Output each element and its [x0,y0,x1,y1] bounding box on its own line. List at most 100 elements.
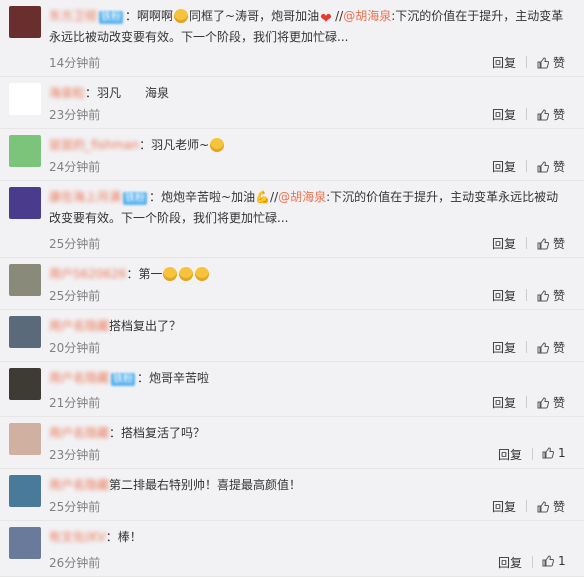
comment-item: 康在海上月满 铁粉 ：炮炮辛苦啦~加油💪//@胡海泉:下沉的价值在于提升，主动变革永… [0,181,584,258]
reply-button[interactable]: 回复 [492,339,516,356]
commenter-name[interactable]: 用户5620626 [49,267,126,281]
reply-button[interactable]: 回复 [492,287,516,304]
reply-button[interactable]: 回复 [492,158,516,175]
like-label: 赞 [553,396,566,410]
commenter-name[interactable]: 鼠鼠的_fishman [49,138,139,152]
comment-text: 康在海上月满 铁粉 ：炮炮辛苦啦~加油💪//@胡海泉:下沉的价值在于提升，主动变革永… [49,187,566,229]
avatar[interactable] [9,527,41,559]
thumbs-up-icon [537,57,549,69]
action-divider [526,289,527,301]
comment-item: 用户名隐藏搭档复出了？ 20分钟前 回复 赞 [0,310,584,362]
comment-text: 用户名隐藏 铁粉 ：炮哥辛苦啦 [49,368,566,389]
comment-text-segment: ：羽凡 海泉 [85,86,170,100]
avatar[interactable] [9,316,41,348]
reply-button[interactable]: 回复 [498,446,522,463]
commenter-name[interactable]: 用户名隐藏 [49,478,109,492]
reply-button[interactable]: 回复 [492,106,516,123]
comment-text: 有文化(KV：棒！ [49,527,566,548]
like-label: 赞 [553,341,566,355]
smile-emoji-icon [195,267,210,281]
avatar[interactable] [9,475,41,507]
like-label: 赞 [553,500,566,514]
reply-button[interactable]: 回复 [492,498,516,515]
thumbs-up-icon [537,109,549,121]
like-button[interactable]: 赞 [537,339,565,356]
timestamp: 20分钟前 [49,341,101,355]
fan-badge: 铁粉 [123,192,148,205]
comment-text-segment: 💪 [255,190,271,204]
comment-item: 用户名隐藏第二排最右特别帅！喜提最高颜值！ 25分钟前 回复 赞 [0,469,584,521]
smile-emoji-icon [210,138,225,152]
comment-text-segment: // [270,190,279,204]
comment-text-segment: 同框了~涛哥，炮哥加油 [189,9,320,23]
comment-text-segment: ：炮哥辛苦啦 [137,371,210,385]
commenter-name[interactable]: 用户名隐藏 [49,426,109,440]
like-button[interactable]: 1 [542,446,566,460]
thumbs-up-icon [537,161,549,173]
avatar[interactable] [9,6,41,38]
mention-link[interactable]: @胡海泉 [278,190,326,204]
action-divider [526,500,527,512]
like-button[interactable]: 赞 [537,235,565,252]
reply-button[interactable]: 回复 [492,394,516,411]
commenter-name[interactable]: 海泉粒 [49,86,85,100]
thumbs-up-icon [537,397,549,409]
commenter-name[interactable]: 东方卫视 [49,9,97,23]
timestamp: 21分钟前 [49,396,101,410]
like-label: 1 [558,446,566,460]
timestamp: 23分钟前 [49,448,101,462]
comment-text: 鼠鼠的_fishman：羽凡老师~ [49,135,566,156]
avatar[interactable] [9,83,41,115]
avatar[interactable] [9,264,41,296]
comment-item: 东方卫视 铁粉 ：啊啊啊 同框了~涛哥，炮哥加油❤//@胡海泉:下沉的价值在于提升，主… [0,0,584,77]
thumbs-up-icon [542,447,554,459]
like-label: 赞 [553,108,566,122]
smile-emoji-icon [163,267,178,281]
timestamp: 26分钟前 [49,556,101,570]
reply-button[interactable]: 回复 [492,235,516,252]
comment-text-segment: ：棒！ [105,530,142,544]
mention-link[interactable]: @胡海泉 [343,9,391,23]
comment-text-segment: // [335,9,344,23]
comment-text-segment: ：啊啊啊 [125,9,174,23]
reply-button[interactable]: 回复 [492,54,516,71]
smile-emoji-icon [174,9,189,23]
avatar[interactable] [9,187,41,219]
action-divider [526,108,527,120]
comment-text-segment: ：搭档复活了吗？ [109,426,206,440]
like-button[interactable]: 赞 [537,106,565,123]
like-button[interactable]: 1 [542,554,566,568]
commenter-name[interactable]: 有文化(KV [49,530,106,544]
avatar[interactable] [9,135,41,167]
comment-text: 海泉粒：羽凡 海泉 [49,83,566,104]
avatar[interactable] [9,423,41,455]
timestamp: 25分钟前 [49,237,101,251]
fan-badge: 铁粉 [111,373,136,386]
heart-emoji-icon: ❤ [320,11,332,27]
action-divider [526,160,527,172]
like-button[interactable]: 赞 [537,287,565,304]
action-divider [526,396,527,408]
like-label: 赞 [553,237,566,251]
commenter-name[interactable]: 用户名隐藏 [49,319,109,333]
comment-text-segment: 第二排最右特别帅！喜提最高颜值！ [109,478,302,492]
like-button[interactable]: 赞 [537,498,565,515]
comment-text-segment: ：第一 [126,267,163,281]
reply-button[interactable]: 回复 [498,554,522,571]
like-button[interactable]: 赞 [537,158,565,175]
avatar[interactable] [9,368,41,400]
comment-text-segment: ：羽凡老师~ [139,138,210,152]
like-label: 赞 [553,289,566,303]
comment-text-segment: ：炮炮辛苦啦~加油 [149,190,256,204]
comment-item: 用户名隐藏 铁粉 ：炮哥辛苦啦 21分钟前 回复 赞 [0,362,584,417]
commenter-name[interactable]: 用户名隐藏 [49,371,109,385]
comment-text: 用户名隐藏：搭档复活了吗？ [49,423,566,444]
comment-item: 有文化(KV：棒！ 26分钟前 回复 1 [0,521,584,577]
like-button[interactable]: 赞 [537,54,565,71]
timestamp: 24分钟前 [49,160,101,174]
thumbs-up-icon [537,238,549,250]
like-label: 1 [558,554,566,568]
comment-text: 用户5620626：第一 [49,264,566,285]
like-button[interactable]: 赞 [537,394,565,411]
commenter-name[interactable]: 康在海上月满 [49,190,121,204]
